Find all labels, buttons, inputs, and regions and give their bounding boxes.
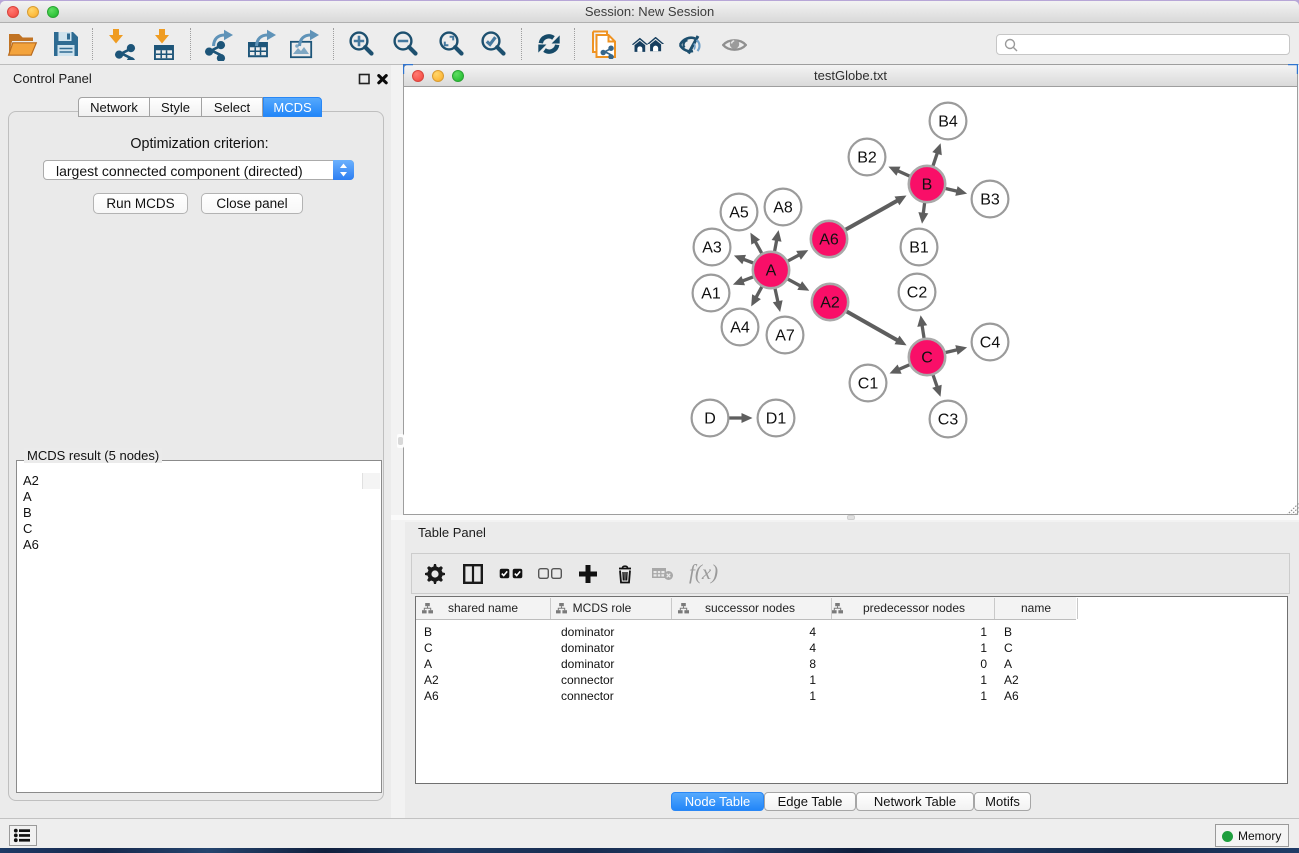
svg-text:C2: C2 <box>907 285 928 302</box>
svg-text:C3: C3 <box>938 412 959 429</box>
svg-text:A1: A1 <box>701 286 721 303</box>
svg-text:A6: A6 <box>819 232 839 249</box>
svg-text:B3: B3 <box>980 192 1000 209</box>
svg-text:A7: A7 <box>775 328 795 345</box>
svg-text:D1: D1 <box>766 411 787 428</box>
svg-text:D: D <box>704 411 716 428</box>
svg-text:C: C <box>921 350 933 367</box>
svg-text:A3: A3 <box>702 240 722 257</box>
svg-text:B2: B2 <box>857 150 877 167</box>
svg-text:B: B <box>922 177 933 194</box>
svg-text:C1: C1 <box>858 376 879 393</box>
svg-text:A5: A5 <box>729 205 749 222</box>
svg-text:B1: B1 <box>909 240 929 257</box>
svg-text:C4: C4 <box>980 335 1001 352</box>
svg-text:B4: B4 <box>938 114 958 131</box>
svg-text:A8: A8 <box>773 200 793 217</box>
svg-text:A4: A4 <box>730 320 750 337</box>
svg-text:A: A <box>766 263 777 280</box>
svg-text:A2: A2 <box>820 295 840 312</box>
